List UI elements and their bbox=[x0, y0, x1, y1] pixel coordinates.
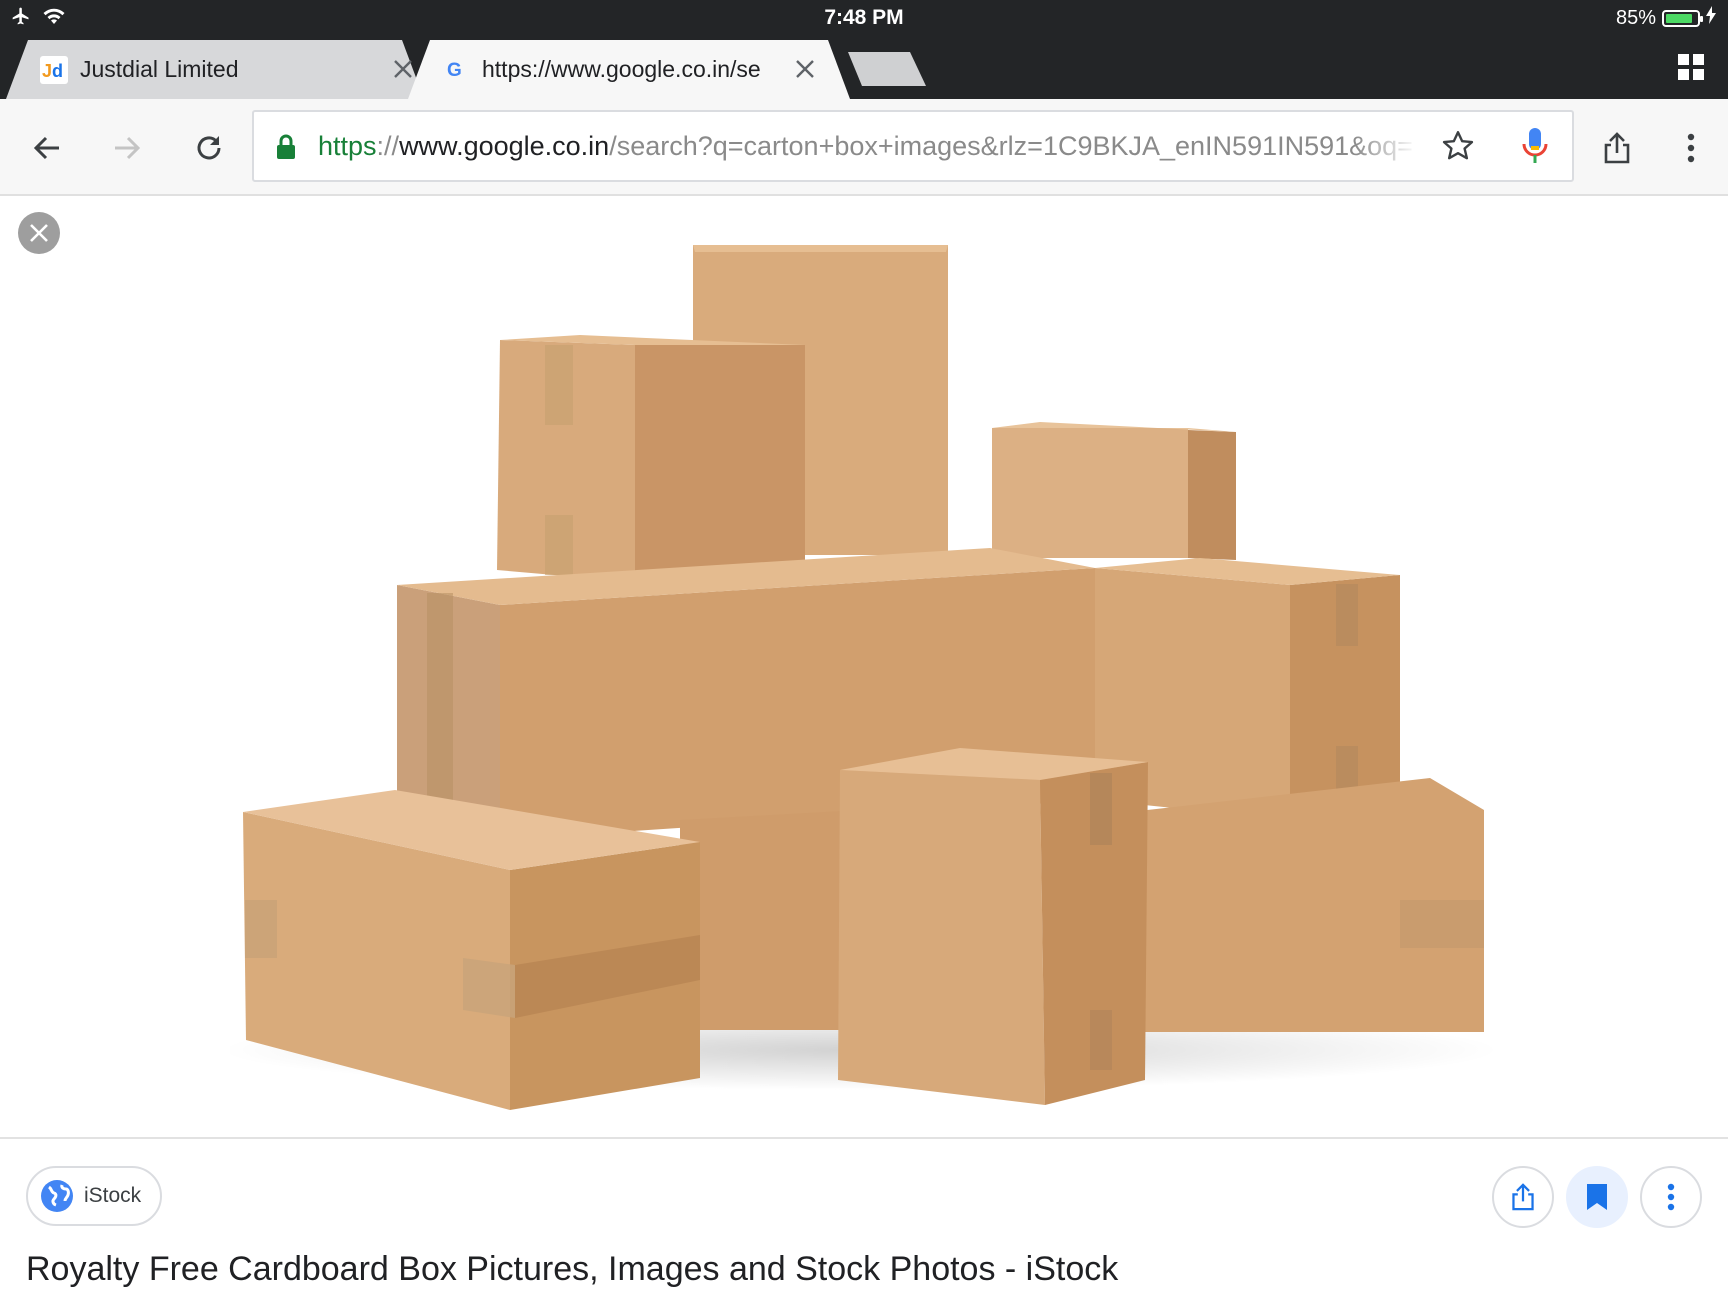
status-bar: 7:48 PM 85% bbox=[0, 0, 1728, 36]
more-vert-icon bbox=[1667, 1183, 1675, 1211]
url-path: /search?q=carton+box+images&rlz=1C9BKJA_… bbox=[609, 131, 1413, 161]
globe-icon bbox=[40, 1179, 74, 1213]
more-icon[interactable] bbox=[1670, 127, 1712, 169]
new-tab-button[interactable] bbox=[848, 52, 926, 86]
tab-title: Justdial Limited bbox=[80, 56, 239, 82]
svg-text:J: J bbox=[42, 61, 52, 81]
charging-icon bbox=[1706, 6, 1716, 30]
cardboard-boxes-image[interactable] bbox=[230, 218, 1500, 1128]
divider bbox=[0, 1137, 1728, 1139]
svg-text:G: G bbox=[447, 60, 462, 81]
url-text[interactable]: https://www.google.co.in/search?q=carton… bbox=[318, 131, 1418, 162]
tab-close-icon[interactable] bbox=[792, 56, 818, 82]
address-bar[interactable]: https://www.google.co.in/search?q=carton… bbox=[252, 110, 1574, 182]
share-button[interactable] bbox=[1492, 1166, 1554, 1228]
share-icon bbox=[1510, 1182, 1536, 1212]
reload-icon[interactable] bbox=[188, 127, 230, 169]
mic-icon[interactable] bbox=[1520, 126, 1550, 171]
star-icon[interactable] bbox=[1440, 128, 1476, 169]
close-icon[interactable] bbox=[18, 212, 60, 254]
bookmark-icon bbox=[1586, 1183, 1608, 1211]
status-right: 85% bbox=[1616, 6, 1716, 30]
url-fade bbox=[1354, 122, 1444, 172]
battery-icon bbox=[1662, 9, 1703, 27]
tab-google[interactable]: G https://www.google.co.in/se bbox=[408, 40, 850, 99]
forward-icon[interactable] bbox=[106, 127, 148, 169]
share-icon[interactable] bbox=[1596, 127, 1638, 169]
svg-text:d: d bbox=[52, 61, 63, 81]
image-title[interactable]: Royalty Free Cardboard Box Pictures, Ima… bbox=[26, 1250, 1118, 1289]
back-icon[interactable] bbox=[26, 127, 68, 169]
url-separator: :// bbox=[376, 131, 400, 161]
url-host: www.google.co.in bbox=[399, 131, 610, 161]
bookmark-button[interactable] bbox=[1566, 1166, 1628, 1228]
more-options-button[interactable] bbox=[1640, 1166, 1702, 1228]
battery-level bbox=[1666, 13, 1692, 23]
image-viewer bbox=[0, 198, 1728, 1138]
source-label: iStock bbox=[84, 1184, 142, 1207]
tab-justdial[interactable]: J d Justdial Limited bbox=[6, 40, 424, 99]
tab-switcher-icon[interactable] bbox=[1678, 54, 1704, 80]
tab-strip: J d Justdial Limited G https://www.googl… bbox=[0, 36, 1728, 99]
battery-percent: 85% bbox=[1615, 6, 1656, 29]
url-scheme: https bbox=[318, 131, 377, 161]
justdial-favicon: J d bbox=[40, 56, 68, 89]
tab-title: https://www.google.co.in/se bbox=[482, 56, 761, 82]
google-favicon: G bbox=[444, 57, 468, 86]
source-chip[interactable]: iStock bbox=[26, 1166, 162, 1226]
browser-toolbar: https://www.google.co.in/search?q=carton… bbox=[0, 99, 1728, 196]
status-time: 7:48 PM bbox=[824, 6, 904, 29]
lock-icon bbox=[276, 134, 296, 165]
